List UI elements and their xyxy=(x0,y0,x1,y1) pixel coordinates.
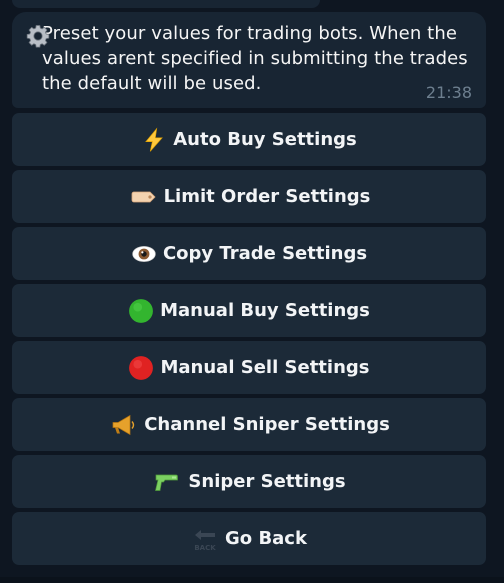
copy-trade-settings-label: Copy Trade Settings xyxy=(162,243,368,264)
auto-buy-settings-button[interactable]: Auto Buy Settings xyxy=(12,113,486,166)
water-pistol-icon xyxy=(155,474,179,491)
message-text-block: Preset your values for trading bots. Whe… xyxy=(26,21,472,96)
sniper-settings-button[interactable]: Sniper Settings xyxy=(12,455,486,508)
auto-buy-settings-label: Auto Buy Settings xyxy=(173,129,357,150)
manual-buy-settings-label: Manual Buy Settings xyxy=(160,300,370,321)
go-back-label: Go Back xyxy=(225,528,307,549)
back-arrow-icon: BACK xyxy=(194,529,216,552)
copy-trade-settings-button[interactable]: Copy Trade Settings xyxy=(12,227,486,280)
message-text: Preset your values for trading bots. Whe… xyxy=(42,23,468,94)
message-timestamp: 21:38 xyxy=(425,83,472,102)
manual-buy-settings-button[interactable]: Manual Buy Settings xyxy=(12,284,486,337)
svg-text:BACK: BACK xyxy=(194,544,216,552)
manual-sell-settings-button[interactable]: Manual Sell Settings xyxy=(12,341,486,394)
tag-icon xyxy=(131,191,156,202)
limit-order-settings-label: Limit Order Settings xyxy=(163,186,371,207)
go-back-button[interactable]: BACK Go Back xyxy=(12,512,486,565)
green-circle-icon xyxy=(129,298,154,323)
red-circle-icon xyxy=(129,355,154,380)
limit-order-settings-button[interactable]: Limit Order Settings xyxy=(12,170,486,223)
eye-icon xyxy=(132,245,156,262)
channel-sniper-settings-button[interactable]: Channel Sniper Settings xyxy=(12,398,486,451)
manual-sell-settings-label: Manual Sell Settings xyxy=(160,357,370,378)
sniper-settings-label: Sniper Settings xyxy=(188,471,346,492)
gear-icon xyxy=(26,25,50,48)
channel-sniper-settings-label: Channel Sniper Settings xyxy=(144,414,390,435)
lightning-icon xyxy=(145,127,164,152)
bot-message: Preset your values for trading bots. Whe… xyxy=(12,12,486,108)
megaphone-icon xyxy=(112,414,135,435)
bottom-edge xyxy=(0,577,504,583)
previous-message-edge xyxy=(12,0,320,8)
